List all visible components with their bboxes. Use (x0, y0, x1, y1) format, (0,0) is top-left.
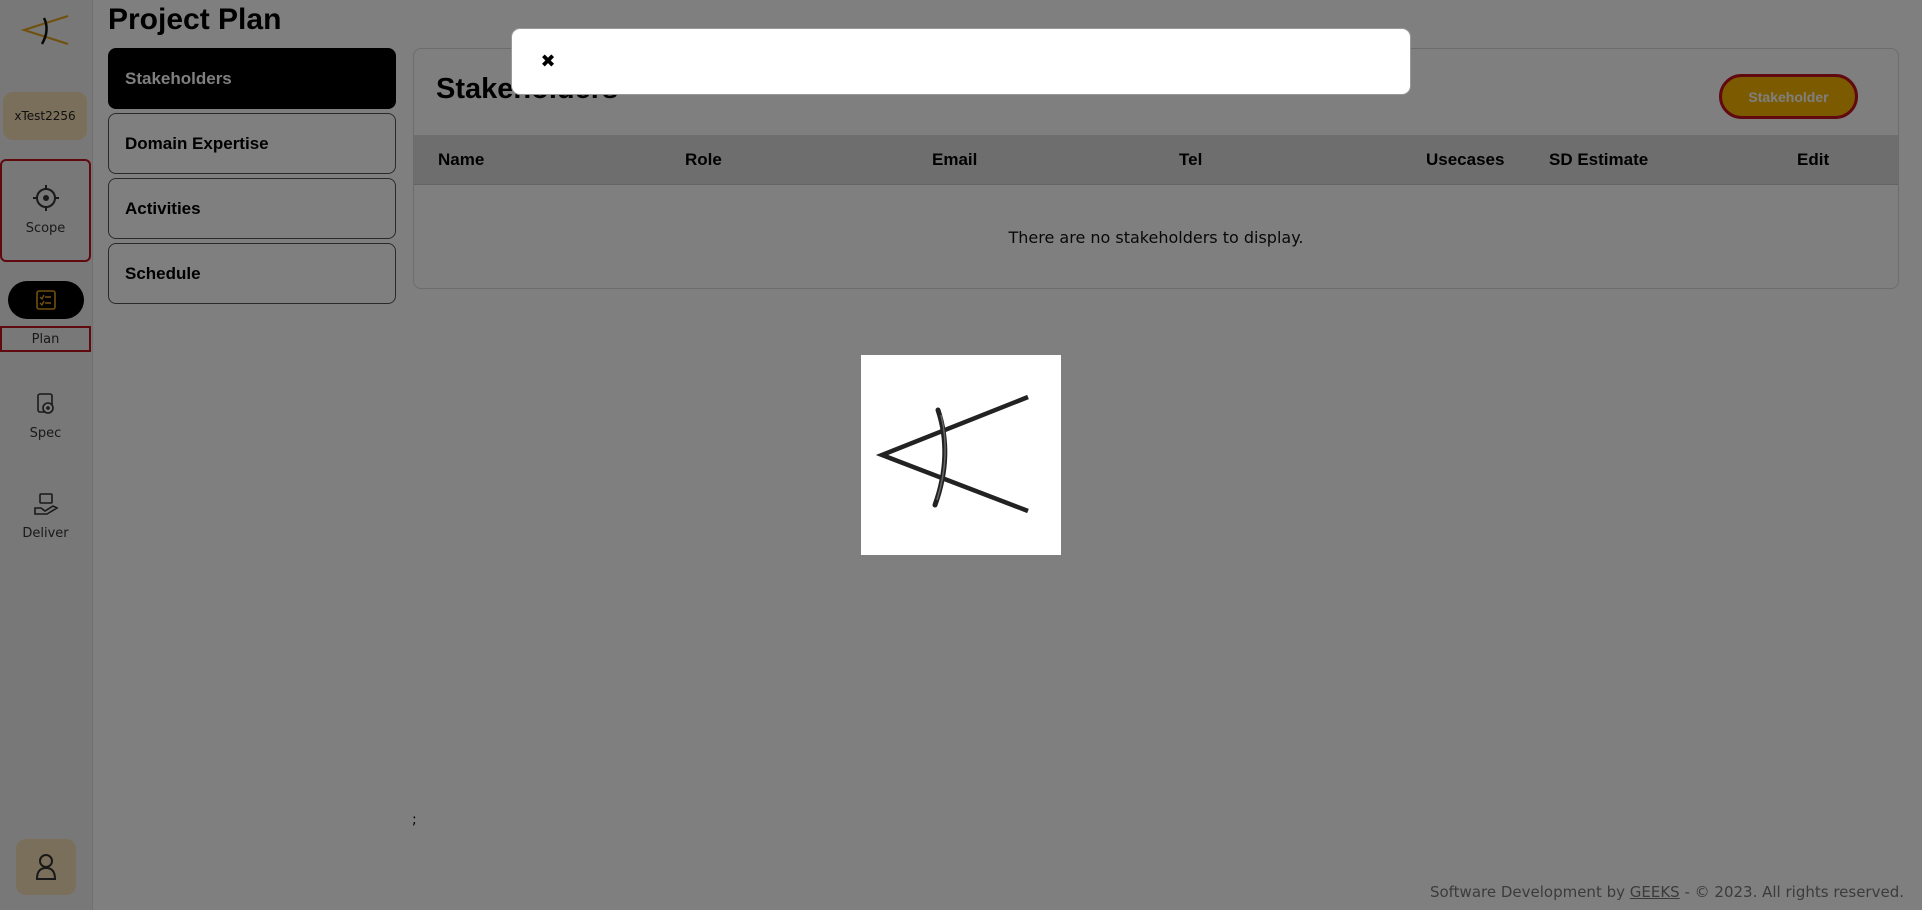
loading-logo-icon (875, 394, 1029, 514)
loading-logo (861, 355, 1061, 555)
close-icon[interactable]: ✖ (536, 49, 560, 73)
modal-dialog: ✖ (511, 28, 1411, 95)
